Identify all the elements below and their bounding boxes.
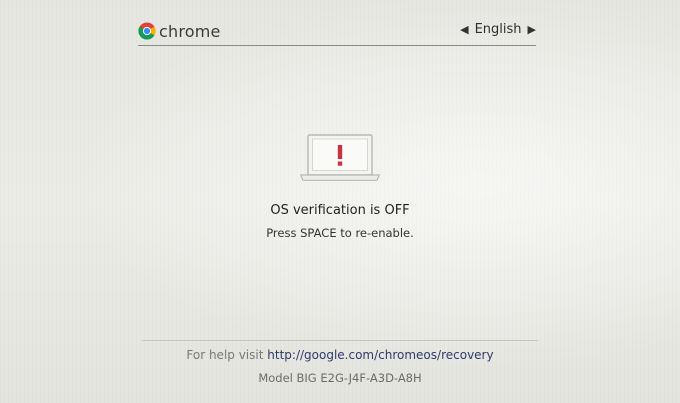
language-label[interactable]: English: [475, 22, 522, 37]
prev-language-arrow-icon[interactable]: ◀: [460, 23, 468, 36]
next-language-arrow-icon[interactable]: ▶: [528, 23, 536, 36]
model-line: Model BIG E2G-J4F-A3D-A8H: [0, 371, 680, 385]
model-label: Model: [258, 371, 293, 385]
laptop-warning-icon: [300, 134, 380, 181]
recovery-screen: chrome ◀ English ▶ OS verification is OF…: [0, 0, 680, 403]
model-value: BIG E2G-J4F-A3D-A8H: [296, 371, 422, 385]
language-selector[interactable]: ◀ English ▶: [460, 22, 536, 37]
header: chrome ◀ English ▶: [138, 18, 538, 46]
recovery-help-link[interactable]: http://google.com/chromeos/recovery: [267, 348, 493, 362]
header-divider: [138, 45, 536, 46]
verification-status-title: OS verification is OFF: [270, 203, 410, 218]
help-prefix: For help visit: [186, 348, 264, 362]
brand-text: chrome: [159, 21, 221, 41]
footer-divider: [142, 340, 538, 341]
help-line: For help visit http://google.com/chromeo…: [0, 348, 680, 362]
brand: chrome: [138, 18, 221, 44]
chrome-logo-icon: [138, 22, 156, 40]
re-enable-instruction: Press SPACE to re-enable.: [266, 226, 414, 240]
